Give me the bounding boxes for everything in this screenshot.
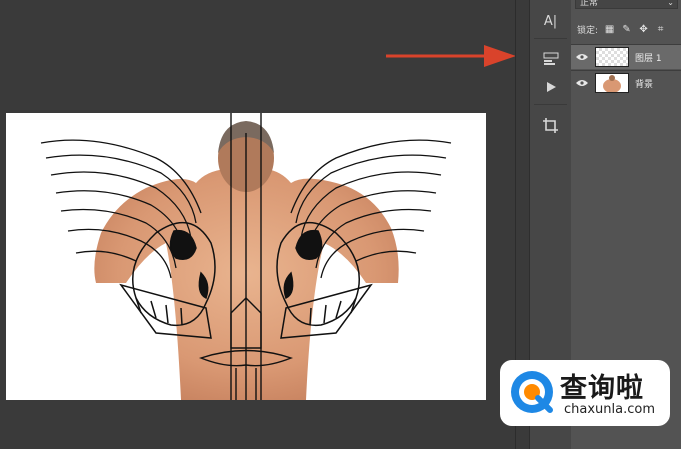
blend-mode-value: 正常 <box>580 0 599 8</box>
layer-row-background[interactable]: 背景 <box>571 70 681 95</box>
watermark-url: chaxunla.com <box>564 402 655 417</box>
watermark-chinese: 查询啦 <box>560 373 644 404</box>
layer-name: 图层 1 <box>635 53 662 64</box>
lock-paint-icon[interactable]: ✎ <box>621 24 632 35</box>
lock-move-icon[interactable]: ✥ <box>638 24 649 35</box>
layer-thumbnail-skull <box>595 47 629 67</box>
layer-row-1[interactable]: 图层 1 <box>571 44 681 69</box>
watermark: 查询啦 chaxunla.com <box>500 360 670 426</box>
layer-thumbnail-background <box>595 73 629 93</box>
crop-icon[interactable] <box>537 114 564 136</box>
red-pointer-arrow <box>386 45 516 67</box>
tool-separator <box>534 38 567 39</box>
artwork <box>40 113 452 400</box>
lock-row: 锁定: ▦ ✎ ✥ ⌗ <box>571 19 681 39</box>
blend-mode-select[interactable]: 正常 ⌄ <box>575 0 678 9</box>
lock-transparent-icon[interactable]: ▦ <box>604 24 615 35</box>
lock-label: 锁定: <box>577 25 599 36</box>
lock-artboard-icon[interactable]: ⌗ <box>655 24 666 35</box>
type-icon[interactable]: A| <box>537 10 564 32</box>
eye-icon[interactable] <box>571 79 593 87</box>
chaxunla-logo-icon <box>511 371 553 413</box>
tool-separator <box>534 104 567 105</box>
properties-icon[interactable] <box>537 48 564 70</box>
eye-icon[interactable] <box>571 53 593 61</box>
layer-name: 背景 <box>635 79 654 90</box>
play-icon[interactable] <box>537 76 564 98</box>
document-canvas[interactable] <box>6 113 486 400</box>
chevron-down-icon: ⌄ <box>667 0 674 7</box>
